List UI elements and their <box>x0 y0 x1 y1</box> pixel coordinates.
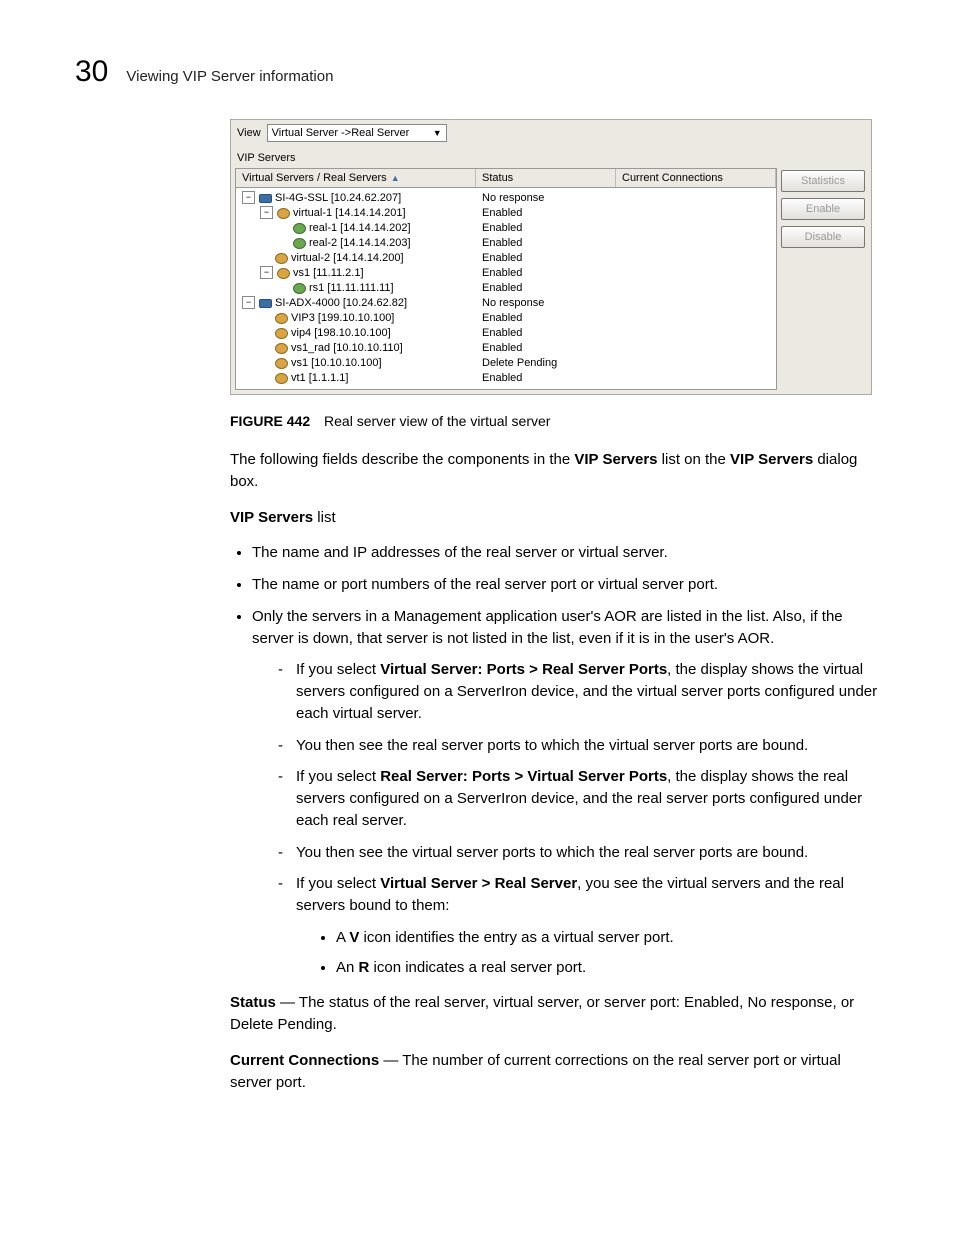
view-select[interactable]: Virtual Server ->Real Server ▼ <box>267 124 447 142</box>
collapse-icon[interactable]: − <box>242 296 255 309</box>
sort-asc-icon: ▲ <box>391 173 400 183</box>
row-label: SI-ADX-4000 [10.24.62.82] <box>275 297 407 309</box>
statistics-button[interactable]: Statistics <box>781 170 865 192</box>
list-item: Only the servers in a Management applica… <box>252 606 879 979</box>
row-label: vs1 [10.10.10.100] <box>291 357 382 369</box>
row-status: Enabled <box>476 342 616 354</box>
virtual-server-icon <box>276 207 290 219</box>
table-row[interactable]: VIP3 [199.10.10.100] Enabled <box>236 310 776 325</box>
list-item: The name or port numbers of the real ser… <box>252 574 879 596</box>
row-status: Delete Pending <box>476 357 616 369</box>
list-item: You then see the real server ports to wh… <box>278 735 879 757</box>
view-select-value: Virtual Server ->Real Server <box>272 127 410 139</box>
vip-servers-grid: Virtual Servers / Real Servers▲ Status C… <box>235 168 777 390</box>
row-label: VIP3 [199.10.10.100] <box>291 312 394 324</box>
row-status: No response <box>476 297 616 309</box>
row-status: Enabled <box>476 207 616 219</box>
table-row[interactable]: virtual-2 [14.14.14.200] Enabled <box>236 250 776 265</box>
figure-text: Real server view of the virtual server <box>324 413 550 429</box>
chevron-down-icon: ▼ <box>433 128 442 138</box>
page-number: 30 <box>75 55 108 89</box>
collapse-icon[interactable]: − <box>260 206 273 219</box>
page-header: 30 Viewing VIP Server information <box>75 55 879 89</box>
virtual-server-icon <box>274 357 288 369</box>
panel-subtitle: VIP Servers <box>231 148 871 166</box>
col-connections[interactable]: Current Connections <box>616 169 776 187</box>
table-row[interactable]: real-1 [14.14.14.202] Enabled <box>236 220 776 235</box>
row-label: vs1_rad [10.10.10.110] <box>291 342 403 354</box>
row-label: vip4 [198.10.10.100] <box>291 327 391 339</box>
row-label: virtual-1 [14.14.14.201] <box>293 207 406 219</box>
page-title: Viewing VIP Server information <box>126 68 333 85</box>
row-label: SI-4G-SSL [10.24.62.207] <box>275 192 401 204</box>
row-label: virtual-2 [14.14.14.200] <box>291 252 404 264</box>
table-row[interactable]: − SI-4G-SSL [10.24.62.207] No response <box>236 190 776 205</box>
view-label: View <box>237 127 261 139</box>
virtual-server-icon <box>276 267 290 279</box>
row-label: rs1 [11.11.111.11] <box>309 282 394 294</box>
table-row[interactable]: vs1_rad [10.10.10.110] Enabled <box>236 340 776 355</box>
table-row[interactable]: vip4 [198.10.10.100] Enabled <box>236 325 776 340</box>
virtual-server-icon <box>274 372 288 384</box>
grid-header: Virtual Servers / Real Servers▲ Status C… <box>236 169 776 188</box>
table-row[interactable]: − SI-ADX-4000 [10.24.62.82] No response <box>236 295 776 310</box>
row-status: Enabled <box>476 282 616 294</box>
col-servers[interactable]: Virtual Servers / Real Servers▲ <box>236 169 476 187</box>
virtual-server-icon <box>274 312 288 324</box>
row-status: Enabled <box>476 267 616 279</box>
row-status: Enabled <box>476 312 616 324</box>
real-server-icon <box>292 237 306 249</box>
grid-body: −SI-4G-SSL [10.24.62.207]No response−vir… <box>236 188 776 389</box>
row-status: Enabled <box>476 237 616 249</box>
row-status: Enabled <box>476 327 616 339</box>
row-label: vt1 [1.1.1.1] <box>291 372 348 384</box>
row-status: Enabled <box>476 252 616 264</box>
table-row[interactable]: vs1 [10.10.10.100] Delete Pending <box>236 355 776 370</box>
vip-servers-panel: View Virtual Server ->Real Server ▼ VIP … <box>230 119 872 395</box>
device-icon <box>258 297 272 309</box>
list-item: A V icon identifies the entry as a virtu… <box>336 927 879 949</box>
table-row[interactable]: vt1 [1.1.1.1] Enabled <box>236 370 776 385</box>
list-item: An R icon indicates a real server port. <box>336 957 879 979</box>
row-status: No response <box>476 192 616 204</box>
list-item: If you select Virtual Server > Real Serv… <box>278 873 879 978</box>
list-item: If you select Real Server: Ports > Virtu… <box>278 766 879 831</box>
enable-button[interactable]: Enable <box>781 198 865 220</box>
real-server-icon <box>292 282 306 294</box>
device-icon <box>258 192 272 204</box>
col-status[interactable]: Status <box>476 169 616 187</box>
table-row[interactable]: rs1 [11.11.111.11] Enabled <box>236 280 776 295</box>
list-item: The name and IP addresses of the real se… <box>252 542 879 564</box>
figure-caption: FIGURE 442 Real server view of the virtu… <box>230 413 879 429</box>
table-row[interactable]: − virtual-1 [14.14.14.201] Enabled <box>236 205 776 220</box>
row-label: real-2 [14.14.14.203] <box>309 237 411 249</box>
collapse-icon[interactable]: − <box>260 266 273 279</box>
row-status: Enabled <box>476 372 616 384</box>
figure-label: FIGURE 442 <box>230 413 310 429</box>
virtual-server-icon <box>274 252 288 264</box>
collapse-icon[interactable]: − <box>242 191 255 204</box>
virtual-server-icon <box>274 327 288 339</box>
row-label: real-1 [14.14.14.202] <box>309 222 411 234</box>
disable-button[interactable]: Disable <box>781 226 865 248</box>
table-row[interactable]: real-2 [14.14.14.203] Enabled <box>236 235 776 250</box>
row-status: Enabled <box>476 222 616 234</box>
table-row[interactable]: − vs1 [11.11.2.1] Enabled <box>236 265 776 280</box>
virtual-server-icon <box>274 342 288 354</box>
row-label: vs1 [11.11.2.1] <box>293 267 364 279</box>
list-item: You then see the virtual server ports to… <box>278 842 879 864</box>
body-text: The following fields describe the compon… <box>230 449 879 1093</box>
list-item: If you select Virtual Server: Ports > Re… <box>278 659 879 724</box>
real-server-icon <box>292 222 306 234</box>
